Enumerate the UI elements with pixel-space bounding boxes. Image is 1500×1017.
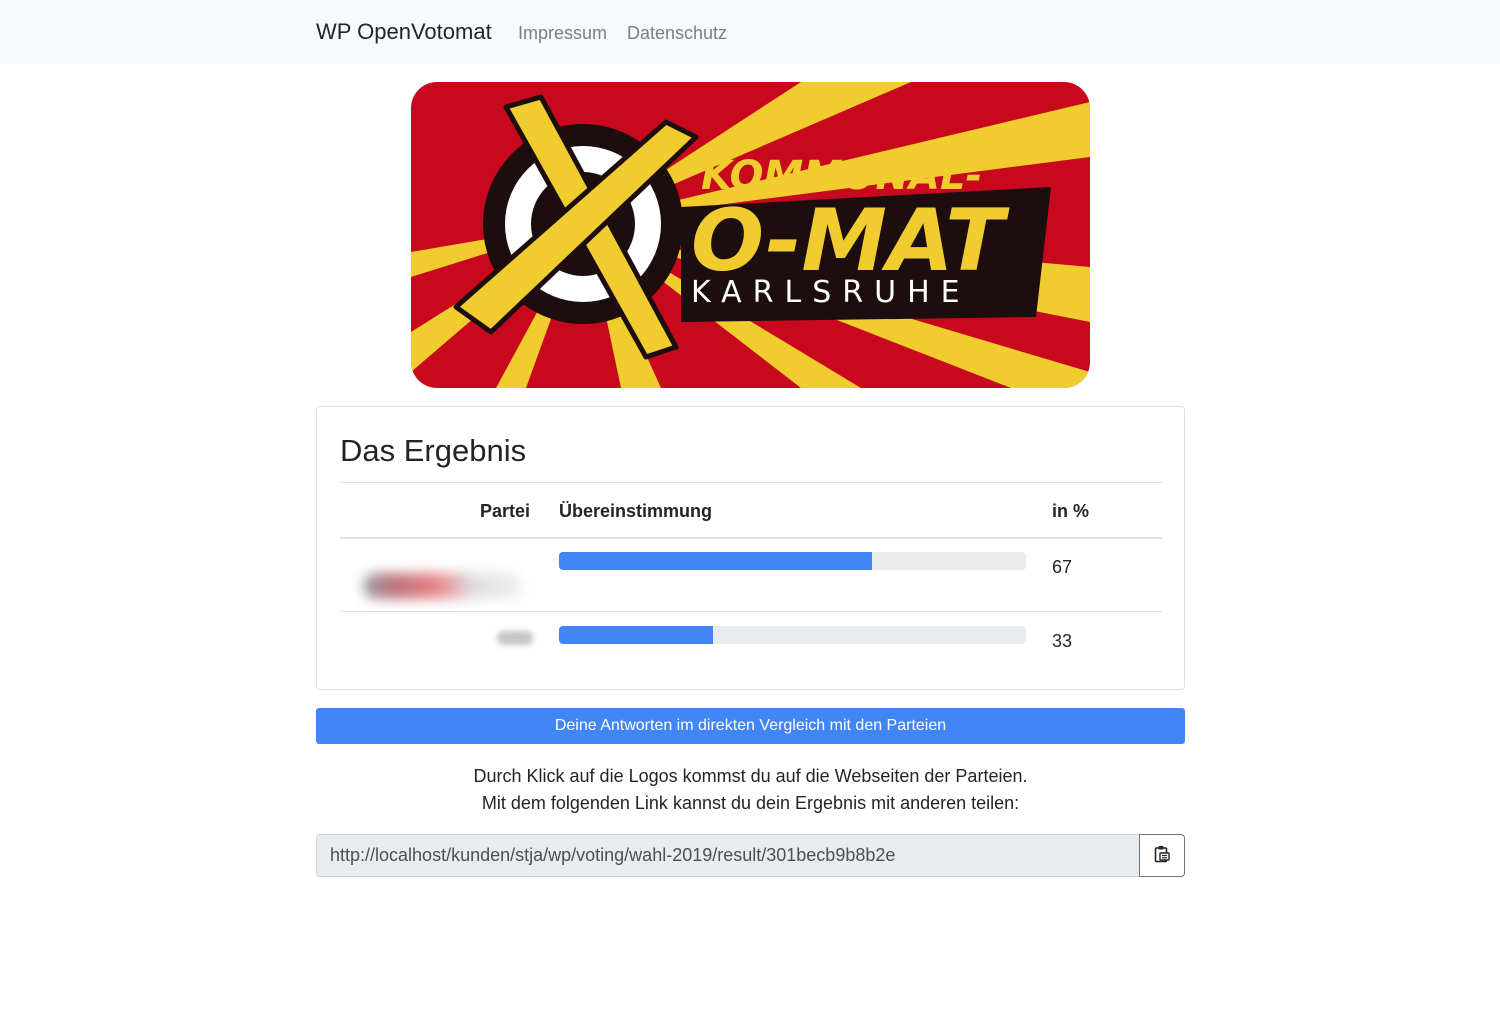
match-percent-2: 33	[1052, 631, 1073, 651]
match-bar-1	[559, 552, 1026, 570]
match-percent-1: 67	[1052, 557, 1073, 577]
match-bar-fill-2	[559, 626, 714, 644]
nav-link-impressum[interactable]: Impressum	[518, 21, 607, 45]
column-header-uebereinstimmung: Übereinstimmung	[559, 501, 713, 521]
info-text-logos: Durch Klick auf die Logos kommst du auf …	[473, 766, 1028, 786]
party-logo-1[interactable]	[363, 573, 523, 599]
copy-link-button[interactable]	[1139, 834, 1185, 877]
divider	[340, 482, 1162, 483]
kommunal-o-mat-banner: KOMMUNAL- O-MAT KARLSRUHE	[411, 82, 1090, 388]
results-title: Das Ergebnis	[340, 433, 527, 468]
match-bar-fill-1	[559, 552, 872, 570]
clipboard-icon	[1154, 845, 1170, 866]
match-bar-2	[559, 626, 1026, 644]
info-text-share: Mit dem folgenden Link kannst du dein Er…	[481, 793, 1020, 813]
column-header-partei: Partei	[480, 501, 531, 521]
banner-line3: KARLSRUHE	[691, 275, 971, 310]
navbar: WP OpenVotomat Impressum Datenschutz	[0, 0, 1500, 64]
row-divider	[340, 611, 1162, 612]
nav-link-datenschutz[interactable]: Datenschutz	[627, 21, 727, 45]
results-card: Das Ergebnis Partei Übereinstimmung in %…	[316, 406, 1185, 690]
column-header-percent: in %	[1052, 501, 1090, 521]
header-divider	[340, 537, 1162, 539]
party-logo-2[interactable]	[497, 631, 533, 645]
share-link-input[interactable]	[316, 834, 1140, 877]
brand-link[interactable]: WP OpenVotomat	[316, 18, 492, 46]
compare-answers-button[interactable]: Deine Antworten im direkten Vergleich mi…	[316, 708, 1185, 744]
